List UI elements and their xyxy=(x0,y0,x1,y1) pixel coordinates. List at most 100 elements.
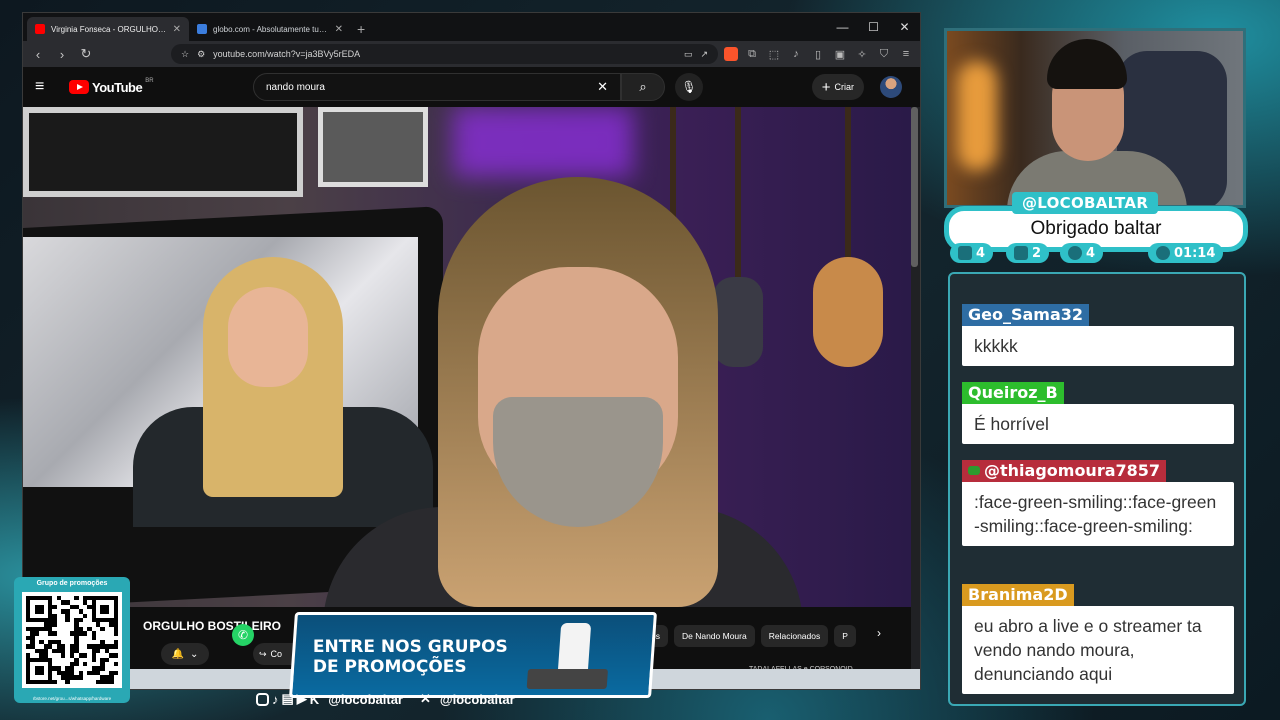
close-tab-icon[interactable]: ✕ xyxy=(173,24,181,35)
account-avatar[interactable] xyxy=(880,76,902,98)
chat-text: É horrível xyxy=(962,404,1234,444)
vpn-icon[interactable]: ⛉ xyxy=(876,48,892,61)
search-icon: ⌕ xyxy=(639,79,647,94)
tab-title: globo.com - Absolutamente tudo sobre not… xyxy=(213,24,329,34)
recommendation-chips: os De Nando Moura Relacionados P xyxy=(643,625,856,647)
ai-icon[interactable]: ✧ xyxy=(854,48,870,61)
qr-code-panel: Grupo de promoções rbstore.net/grou...s/… xyxy=(14,577,130,703)
notification-bell-button[interactable]: 🔔 ⌄ xyxy=(161,643,209,665)
create-label: Criar xyxy=(834,82,855,92)
close-window-icon[interactable]: ✕ xyxy=(889,13,920,41)
music-icon[interactable]: ♪ xyxy=(788,48,804,60)
whatsapp-icon xyxy=(1156,246,1170,260)
wall-picture xyxy=(23,107,303,197)
promo-line2: DE PROMOÇÕES xyxy=(312,657,467,677)
region-code: BR xyxy=(145,77,154,84)
search-button[interactable]: ⌕ xyxy=(621,73,665,101)
streamer-figure xyxy=(1047,39,1127,89)
lamp xyxy=(957,61,997,171)
chat-username-wrap: @thiagomoura7857 xyxy=(962,460,1167,482)
woman-figure xyxy=(228,287,308,387)
chat-message: @thiagomoura7857 :face-green-smiling::fa… xyxy=(962,460,1234,546)
chip-de-nando-moura[interactable]: De Nando Moura xyxy=(673,625,755,647)
minimize-icon[interactable]: — xyxy=(827,13,858,41)
social-handle: @locobaltar xyxy=(439,691,515,707)
extensions-icon[interactable]: ⧉ xyxy=(744,48,760,61)
social-handles: ♪ ▤ ▶ K @locobaltar ✕ @locobaltar xyxy=(256,690,529,708)
video-player[interactable] xyxy=(23,107,911,607)
twitch-icon xyxy=(958,246,972,260)
address-bar[interactable]: ☆ ⚙ youtube.com/watch?v=ja3BVy5rEDA ▭ ↗ xyxy=(171,44,718,64)
kick-icon xyxy=(1068,246,1082,260)
bookmark-icon[interactable]: ☆ xyxy=(181,49,189,60)
cast-icon[interactable]: ▭ xyxy=(684,49,693,60)
reload-icon[interactable]: ↻ xyxy=(77,46,95,62)
chevron-right-icon[interactable]: › xyxy=(877,626,881,640)
qr-header: Grupo de promoções xyxy=(36,580,108,587)
featured-message-text: Obrigado baltar xyxy=(1030,218,1162,239)
social-handle: @locobaltar xyxy=(328,691,403,707)
qr-footer: rbstore.net/grou...s/whatsapp/hardware xyxy=(32,696,112,701)
chat-username: Queiroz_B xyxy=(962,382,1064,404)
browser-toolbar: ‹ › ↻ ☆ ⚙ youtube.com/watch?v=ja3BVy5rED… xyxy=(23,41,920,67)
chip[interactable]: P xyxy=(834,625,856,647)
youtube-header: ≡ YouTube BR nando moura ✕ ⌕ 🎙 + Criar xyxy=(23,67,920,127)
chip-relacionados[interactable]: Relacionados xyxy=(760,625,829,647)
stat-youtube: 2 xyxy=(1006,243,1050,263)
youtube-favicon-icon xyxy=(35,24,45,34)
browser-window: Virginia Fonseca - ORGULHO BOSTILEIRO ✕ … xyxy=(22,12,921,690)
promo-banner: ENTRE NOS GRUPOS DE PROMOÇÕES xyxy=(288,612,658,698)
clear-search-icon[interactable]: ✕ xyxy=(597,79,608,95)
stat-whatsapp: 01:14 xyxy=(1148,243,1224,263)
forward-icon[interactable]: › xyxy=(53,47,71,62)
create-button[interactable]: + Criar xyxy=(811,74,864,100)
chat-username: @thiagomoura7857 xyxy=(984,461,1161,480)
whatsapp-icon: ✆ xyxy=(232,624,254,646)
brave-shield-icon[interactable] xyxy=(724,47,738,61)
chat-text: eu abro a live e o streamer ta vendo nan… xyxy=(962,606,1234,694)
x-icon: ✕ xyxy=(420,691,431,706)
voice-search-button[interactable]: 🎙 xyxy=(675,73,703,101)
globo-favicon-icon xyxy=(197,24,207,34)
guitar xyxy=(713,277,763,367)
video-title: ORGULHO BOSTILEIRO xyxy=(143,619,281,633)
tab-globo[interactable]: globo.com - Absolutamente tudo sobre not… xyxy=(189,17,351,41)
stat-value: 2 xyxy=(1032,245,1042,261)
youtube-icon: ▶ xyxy=(296,691,307,706)
promo-text: ENTRE NOS GRUPOS DE PROMOÇÕES xyxy=(313,637,508,677)
back-icon[interactable]: ‹ xyxy=(29,47,47,62)
maximize-icon[interactable]: ☐ xyxy=(858,13,889,41)
site-info-icon[interactable]: ⚙ xyxy=(197,49,205,60)
twitch-icon: ▤ xyxy=(281,691,294,706)
wallet-icon[interactable]: ▣ xyxy=(832,48,848,61)
share-icon[interactable]: ↗ xyxy=(700,49,708,60)
instagram-icon xyxy=(256,692,269,706)
chat-message: Queiroz_B É horrível xyxy=(962,382,1234,444)
tab-title: Virginia Fonseca - ORGULHO BOSTILEIRO xyxy=(51,24,167,34)
hamburger-menu-icon[interactable]: ≡ xyxy=(35,78,59,96)
window-controls: — ☐ ✕ xyxy=(827,13,920,41)
search-input[interactable]: nando moura ✕ xyxy=(253,73,621,127)
stat-value: 4 xyxy=(976,245,986,261)
share-label: Co xyxy=(270,649,283,659)
chevron-down-icon: ⌄ xyxy=(190,648,199,660)
guitar xyxy=(845,107,851,257)
tab-strip: Virginia Fonseca - ORGULHO BOSTILEIRO ✕ … xyxy=(23,13,920,41)
youtube-logo[interactable]: YouTube BR xyxy=(69,77,154,95)
stat-kick: 4 xyxy=(1060,243,1104,263)
menu-icon[interactable]: ≡ xyxy=(898,48,914,60)
chat-message: Branima2D eu abro a live e o streamer ta… xyxy=(962,584,1234,694)
new-tab-button[interactable]: + xyxy=(357,21,365,37)
tab-youtube[interactable]: Virginia Fonseca - ORGULHO BOSTILEIRO ✕ xyxy=(27,17,189,41)
plus-icon: + xyxy=(821,78,831,96)
sidebar-icon[interactable]: ▯ xyxy=(810,48,826,61)
featured-message-author: @LOCOBALTAR xyxy=(1012,192,1159,214)
promo-products-image xyxy=(516,623,641,693)
screenshot-icon[interactable]: ⬚ xyxy=(766,48,782,61)
qr-code xyxy=(22,592,122,688)
purple-lighting xyxy=(453,107,633,177)
page-scrollbar[interactable] xyxy=(911,107,918,267)
close-tab-icon[interactable]: ✕ xyxy=(335,24,343,35)
stat-value: 4 xyxy=(1086,245,1096,261)
chat-message: Geo_Sama32 kkkkk xyxy=(962,304,1234,366)
